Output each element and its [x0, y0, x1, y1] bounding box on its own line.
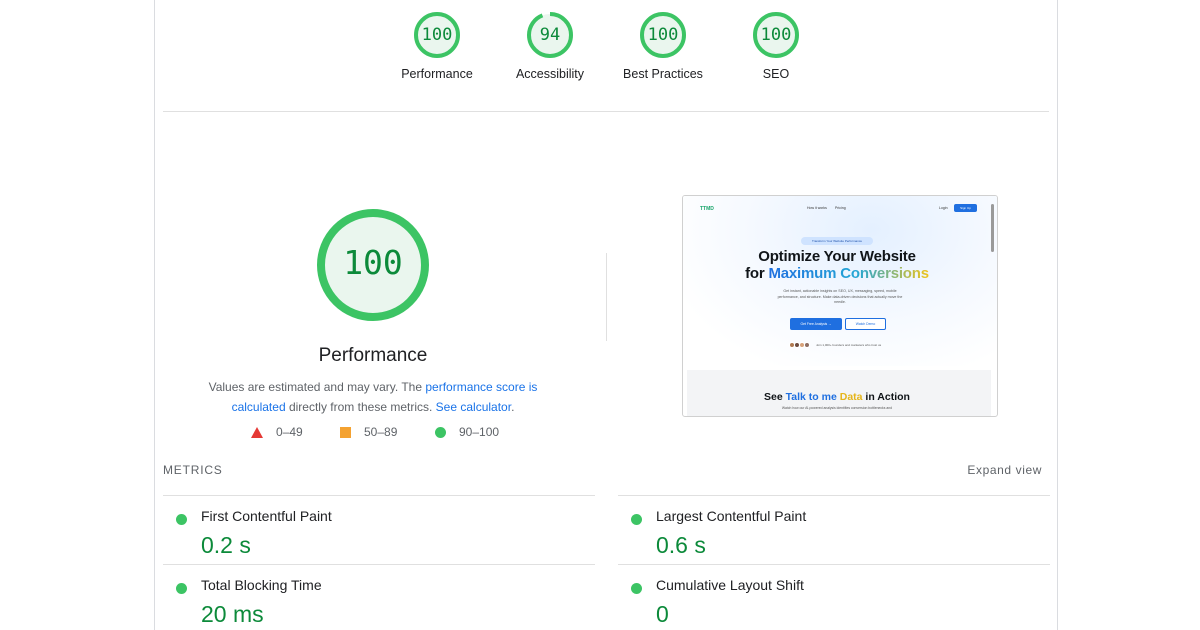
desc-text: . — [511, 399, 515, 414]
metric-value: 0 — [656, 601, 669, 627]
hero-headline-prefix: for — [745, 265, 769, 282]
gauge-score: 100 — [760, 25, 792, 45]
desc-text: Values are estimated and may vary. The — [208, 380, 426, 394]
hero-subtext: Get instant, actionable insights on SEO,… — [777, 289, 903, 304]
page-screenshot-thumbnail[interactable]: TTMD How it works Pricing Login Sign Up … — [682, 195, 998, 417]
gauge-ring: 100 — [752, 11, 800, 59]
gauge-score: 100 — [647, 25, 679, 45]
legend-average-label: 50–89 — [364, 425, 398, 439]
legend-pass-label: 90–100 — [459, 425, 500, 439]
desc-text: directly from these metrics. — [285, 399, 436, 414]
square-icon — [340, 426, 351, 438]
circle-icon — [435, 426, 446, 438]
metric-divider — [618, 495, 1050, 496]
metric-divider — [618, 564, 1050, 565]
expand-view-toggle[interactable]: Expand view — [967, 463, 1042, 477]
legend-fail: 0–49 — [251, 425, 303, 439]
lighthouse-report-card: 100 Performance 94 Accessibility 100 Bes… — [154, 0, 1058, 630]
gauge-best-practices[interactable]: 100 Best Practices — [603, 11, 723, 81]
demo-title-suffix: in Action — [862, 391, 910, 403]
demo-section-title: See Talk to me Data in Action — [683, 391, 991, 403]
gauge-score: 94 — [539, 25, 561, 45]
avatar — [804, 342, 810, 348]
thumbnail-scrollbar — [991, 204, 994, 252]
performance-score: 100 — [343, 243, 403, 282]
pass-circle-icon — [176, 583, 187, 594]
pass-circle-icon — [176, 514, 187, 525]
demo-section-subtext: Watch how our AI-powered analysis identi… — [781, 406, 893, 410]
performance-gauge-large: 100 — [315, 207, 431, 323]
hero-headline-accent: Maximum Conversions — [768, 265, 929, 282]
legend-pass: 90–100 — [435, 425, 499, 439]
pass-circle-icon — [631, 514, 642, 525]
site-login: Login — [939, 206, 948, 210]
vertical-separator — [606, 253, 607, 341]
hero-headline-2: for Maximum Conversions — [683, 266, 991, 282]
metric-label: Total Blocking Time — [201, 577, 322, 593]
metric-divider — [163, 495, 595, 496]
trust-text: Join 1,000+ founders and marketers who t… — [816, 343, 882, 347]
site-nav-item: How it works — [807, 206, 827, 210]
see-calculator-link[interactable]: See calculator — [436, 400, 511, 414]
gauge-label: SEO — [762, 67, 790, 81]
site-logo: TTMD — [700, 206, 714, 212]
avatar-group — [789, 342, 810, 348]
metric-divider — [163, 564, 595, 565]
gauge-label: Best Practices — [623, 67, 703, 81]
header-divider — [163, 111, 1049, 112]
category-gauges: 100 Performance 94 Accessibility 100 Bes… — [155, 1, 1057, 101]
performance-description: Values are estimated and may vary. The p… — [198, 378, 548, 417]
gauge-score: 100 — [421, 25, 453, 45]
gauge-label: Accessibility — [515, 67, 585, 81]
metric-value: 0.6 s — [656, 532, 706, 558]
score-legend: 0–49 50–89 90–100 — [155, 425, 1057, 445]
gauge-ring: 100 — [413, 11, 461, 59]
gauge-ring: 94 — [526, 11, 574, 59]
demo-title-yellow: Data — [839, 391, 863, 403]
metric-value: 20 ms — [201, 601, 264, 627]
metric-value: 0.2 s — [201, 532, 251, 558]
hero-cta-secondary: Watch Demo — [845, 318, 886, 330]
hero-cta-primary: Get Free Analysis → — [790, 318, 842, 330]
metric-label: First Contentful Paint — [201, 508, 332, 524]
performance-title: Performance — [318, 345, 428, 366]
gauge-accessibility[interactable]: 94 Accessibility — [490, 11, 610, 81]
triangle-icon — [251, 426, 263, 438]
legend-fail-label: 0–49 — [276, 425, 303, 439]
site-signup-button: Sign Up — [954, 204, 977, 212]
metrics-heading: METRICS — [163, 463, 223, 477]
metric-label: Largest Contentful Paint — [656, 508, 807, 524]
hero-pill: Transform Your Website Performance — [801, 237, 873, 245]
gauge-seo[interactable]: 100 SEO — [716, 11, 836, 81]
site-nav-item: Pricing — [835, 206, 846, 210]
gauge-ring: 100 — [639, 11, 687, 59]
pass-circle-icon — [631, 583, 642, 594]
metric-label: Cumulative Layout Shift — [656, 577, 804, 593]
gauge-performance[interactable]: 100 Performance — [377, 11, 497, 81]
hero-headline: Optimize Your Website — [758, 248, 916, 265]
gauge-label: Performance — [401, 67, 473, 81]
demo-title-blue: Talk to me — [785, 391, 840, 403]
legend-average: 50–89 — [340, 425, 397, 439]
demo-title-prefix: See — [764, 391, 786, 403]
